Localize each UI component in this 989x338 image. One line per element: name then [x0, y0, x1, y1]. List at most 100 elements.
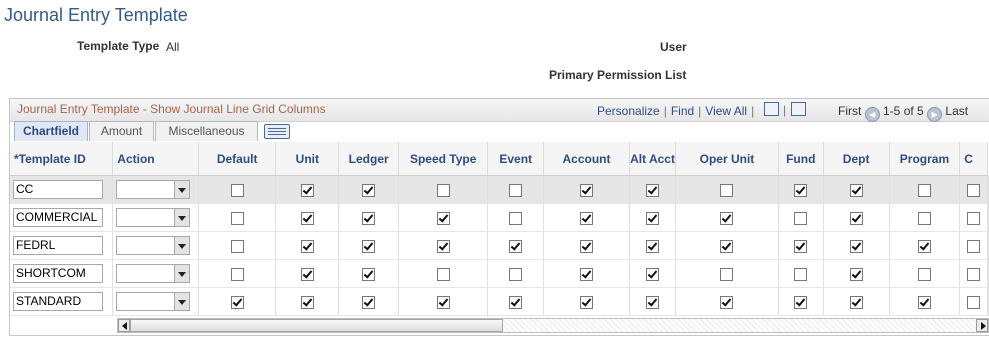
show-column-checkbox[interactable]	[436, 183, 450, 197]
column-header-template-id[interactable]: *Template ID	[10, 142, 114, 176]
show-all-columns-icon[interactable]	[264, 124, 290, 139]
dropdown-arrow-icon[interactable]	[174, 293, 190, 310]
show-column-checkbox[interactable]	[720, 239, 734, 253]
show-column-checkbox[interactable]	[849, 295, 863, 309]
show-column-checkbox[interactable]	[917, 295, 931, 309]
show-column-checkbox[interactable]	[436, 267, 450, 281]
template-id-field[interactable]: COMMERCIAL	[13, 208, 103, 227]
scroll-thumb[interactable]	[130, 319, 503, 332]
show-column-checkbox[interactable]	[967, 183, 981, 197]
template-id-field[interactable]: STANDARD	[13, 292, 103, 311]
show-column-checkbox[interactable]	[300, 239, 314, 253]
show-column-checkbox[interactable]	[967, 295, 981, 309]
tab-amount[interactable]: Amount	[89, 121, 154, 141]
template-id-field[interactable]: CC	[13, 180, 103, 199]
show-column-checkbox[interactable]	[230, 295, 244, 309]
show-column-checkbox[interactable]	[300, 295, 314, 309]
personalize-link[interactable]: Personalize	[597, 104, 660, 118]
show-column-checkbox[interactable]	[362, 295, 376, 309]
show-column-checkbox[interactable]	[646, 295, 660, 309]
download-grid-icon[interactable]	[791, 102, 806, 116]
show-column-checkbox[interactable]	[917, 183, 931, 197]
tab-chartfield[interactable]: Chartfield	[14, 121, 88, 141]
show-column-checkbox[interactable]	[509, 211, 523, 225]
column-header-action[interactable]: Action	[112, 142, 200, 176]
column-header-oper-unit[interactable]: Oper Unit	[675, 142, 779, 176]
column-header-event[interactable]: Event	[487, 142, 544, 176]
show-column-checkbox[interactable]	[580, 239, 593, 253]
action-select[interactable]	[116, 264, 191, 283]
show-column-checkbox[interactable]	[509, 183, 523, 197]
show-column-checkbox[interactable]	[720, 211, 734, 225]
show-column-checkbox[interactable]	[794, 183, 808, 197]
column-header-fund[interactable]: Fund	[778, 142, 824, 176]
show-column-checkbox[interactable]	[849, 183, 863, 197]
dropdown-arrow-icon[interactable]	[174, 181, 190, 198]
show-column-checkbox[interactable]	[646, 211, 660, 225]
next-page-icon[interactable]: ▶	[927, 107, 943, 122]
show-column-checkbox[interactable]	[509, 295, 523, 309]
show-column-checkbox[interactable]	[646, 183, 660, 197]
dropdown-arrow-icon[interactable]	[174, 237, 190, 254]
column-header-dept[interactable]: Dept	[823, 142, 890, 176]
show-column-checkbox[interactable]	[794, 267, 808, 281]
show-column-checkbox[interactable]	[646, 239, 660, 253]
scroll-left-arrow-icon[interactable]	[118, 319, 130, 332]
show-column-checkbox[interactable]	[720, 183, 734, 197]
show-column-checkbox[interactable]	[509, 267, 523, 281]
show-column-checkbox[interactable]	[362, 239, 376, 253]
show-column-checkbox[interactable]	[362, 211, 376, 225]
show-column-checkbox[interactable]	[300, 183, 314, 197]
show-column-checkbox[interactable]	[580, 211, 593, 225]
template-id-field[interactable]: FEDRL	[13, 236, 103, 255]
column-header-truncated[interactable]: C	[959, 142, 988, 176]
show-column-checkbox[interactable]	[300, 211, 314, 225]
template-id-field[interactable]: SHORTCOM	[13, 264, 103, 283]
show-column-checkbox[interactable]	[967, 211, 981, 225]
action-select[interactable]	[116, 180, 191, 199]
show-column-checkbox[interactable]	[580, 267, 593, 281]
scroll-right-arrow-icon[interactable]	[976, 319, 988, 332]
horizontal-scrollbar[interactable]	[117, 318, 989, 333]
zoom-grid-icon[interactable]	[764, 102, 779, 116]
show-column-checkbox[interactable]	[230, 183, 244, 197]
show-column-checkbox[interactable]	[436, 295, 450, 309]
show-column-checkbox[interactable]	[646, 267, 660, 281]
find-link[interactable]: Find	[671, 104, 694, 118]
show-column-checkbox[interactable]	[849, 211, 863, 225]
action-select[interactable]	[116, 292, 191, 311]
dropdown-arrow-icon[interactable]	[174, 265, 190, 282]
tab-miscellaneous[interactable]: Miscellaneous	[155, 121, 258, 141]
show-column-checkbox[interactable]	[849, 267, 863, 281]
column-header-default[interactable]: Default	[198, 142, 277, 176]
show-column-checkbox[interactable]	[720, 295, 734, 309]
show-column-checkbox[interactable]	[967, 267, 981, 281]
dropdown-arrow-icon[interactable]	[174, 209, 190, 226]
action-select[interactable]	[116, 208, 191, 227]
show-column-checkbox[interactable]	[794, 211, 808, 225]
show-column-checkbox[interactable]	[436, 211, 450, 225]
show-column-checkbox[interactable]	[967, 239, 981, 253]
show-column-checkbox[interactable]	[917, 239, 931, 253]
show-column-checkbox[interactable]	[230, 239, 244, 253]
show-column-checkbox[interactable]	[720, 267, 734, 281]
column-header-ledger[interactable]: Ledger	[338, 142, 399, 176]
show-column-checkbox[interactable]	[849, 239, 863, 253]
show-column-checkbox[interactable]	[580, 183, 593, 197]
show-column-checkbox[interactable]	[230, 211, 244, 225]
column-header-unit[interactable]: Unit	[275, 142, 340, 176]
show-column-checkbox[interactable]	[436, 239, 450, 253]
show-column-checkbox[interactable]	[509, 239, 523, 253]
previous-page-icon[interactable]: ◀	[864, 107, 880, 122]
show-column-checkbox[interactable]	[300, 267, 314, 281]
show-column-checkbox[interactable]	[917, 211, 931, 225]
show-column-checkbox[interactable]	[230, 267, 244, 281]
view-all-link[interactable]: View All	[705, 104, 747, 118]
action-select[interactable]	[116, 236, 191, 255]
show-column-checkbox[interactable]	[794, 295, 808, 309]
column-header-speed-type[interactable]: Speed Type	[398, 142, 489, 176]
show-column-checkbox[interactable]	[362, 267, 376, 281]
show-column-checkbox[interactable]	[917, 267, 931, 281]
column-header-account[interactable]: Account	[543, 142, 631, 176]
show-column-checkbox[interactable]	[794, 239, 808, 253]
